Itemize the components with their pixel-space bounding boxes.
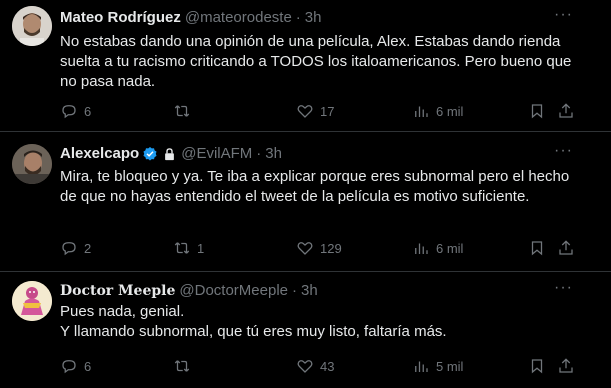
views-count: 6 mil	[436, 240, 464, 256]
timestamp[interactable]: 3h	[265, 144, 282, 164]
share-icon	[559, 103, 573, 118]
avatar[interactable]	[12, 281, 52, 321]
author-name[interactable]: Doctor Meeple	[60, 281, 175, 301]
views-icon	[415, 361, 428, 372]
views-count: 5 mil	[436, 358, 464, 374]
views-icon	[415, 106, 428, 117]
bookmark-icon	[531, 104, 543, 119]
tweet-text: Pues nada, genial. Y llamando subnormal,…	[60, 302, 580, 342]
views-button[interactable]: 6 mil	[412, 101, 463, 121]
separator-dot: ·	[295, 9, 301, 26]
avatar[interactable]	[12, 6, 52, 46]
share-icon	[559, 358, 573, 373]
reply-count: 2	[84, 240, 92, 256]
timestamp[interactable]: 3h	[305, 8, 322, 28]
views-button[interactable]: 6 mil	[412, 238, 463, 258]
bookmark-icon	[531, 359, 543, 374]
reply-count: 6	[84, 358, 92, 374]
tweet-text: Mira, te bloqueo y ya. Te iba a explicar…	[60, 167, 580, 207]
tweet-header: Alexelcapo @EvilAFM · 3h	[60, 144, 282, 164]
separator-dot: ·	[256, 145, 262, 162]
avatar-image	[12, 281, 52, 321]
timestamp[interactable]: 3h	[301, 281, 318, 301]
like-count: 43	[320, 358, 335, 374]
author-handle[interactable]: @EvilAFM	[181, 144, 252, 164]
reply-count: 6	[84, 103, 92, 119]
bookmark-button[interactable]	[528, 238, 546, 258]
share-button[interactable]	[557, 356, 575, 376]
author-name[interactable]: Mateo Rodríguez	[60, 8, 181, 28]
verified-badge-icon[interactable]	[142, 146, 158, 162]
retweet-count: 1	[197, 240, 205, 256]
tweet-text-line: No estabas dando una opinión de una pelí…	[60, 33, 572, 90]
tweet-text: No estabas dando una opinión de una pelí…	[60, 32, 580, 92]
heart-icon	[297, 242, 313, 255]
tweet-actions: 6 43 5 mil	[60, 356, 580, 376]
tweet-text-line: Y llamando subnormal, que tú eres muy li…	[60, 323, 447, 340]
author-handle[interactable]: @DoctorMeeple	[179, 281, 288, 301]
like-button[interactable]: 17	[296, 101, 334, 121]
avatar-image	[12, 6, 52, 46]
separator-dot: ·	[292, 282, 297, 299]
share-icon	[559, 240, 573, 255]
share-button[interactable]	[557, 238, 575, 258]
retweet-button[interactable]	[173, 101, 197, 121]
reply-button[interactable]: 6	[60, 101, 91, 121]
more-options-button[interactable]: ···	[554, 142, 573, 160]
retweet-button[interactable]	[173, 356, 197, 376]
tweet-header: Doctor Meeple @DoctorMeeple · 3h	[60, 281, 318, 301]
reply-icon	[62, 242, 76, 256]
retweet-icon	[174, 360, 190, 372]
reply-icon	[62, 105, 76, 119]
tweet-actions: 6 17 6 mil	[60, 101, 580, 121]
retweet-button[interactable]: 1	[173, 238, 204, 258]
reply-icon	[62, 360, 76, 374]
views-count: 6 mil	[436, 103, 464, 119]
avatar[interactable]	[12, 144, 52, 184]
like-count: 129	[320, 240, 342, 256]
tweet-text-line: Pues nada, genial.	[60, 303, 185, 320]
retweet-icon	[174, 105, 190, 117]
bookmark-icon	[531, 241, 543, 256]
more-options-button[interactable]: ···	[554, 279, 573, 297]
reply-button[interactable]: 6	[60, 356, 91, 376]
views-button[interactable]: 5 mil	[412, 356, 463, 376]
tweet-actions: 2 1 129 6 mil	[60, 238, 580, 258]
bookmark-button[interactable]	[528, 101, 546, 121]
author-name[interactable]: Alexelcapo	[60, 144, 139, 164]
tweet-2[interactable]: Alexelcapo @EvilAFM · 3h ··· Mira, te bl…	[0, 132, 611, 272]
heart-icon	[297, 105, 313, 118]
like-button[interactable]: 129	[296, 238, 342, 258]
like-button[interactable]: 43	[296, 356, 334, 376]
tweet-header: Mateo Rodríguez @mateorodeste · 3h	[60, 8, 321, 28]
lock-icon	[165, 147, 175, 160]
author-handle[interactable]: @mateorodeste	[185, 8, 292, 28]
more-options-button[interactable]: ···	[554, 6, 573, 24]
avatar-image	[12, 144, 52, 184]
bookmark-button[interactable]	[528, 356, 546, 376]
heart-icon	[297, 360, 313, 373]
share-button[interactable]	[557, 101, 575, 121]
tweet-3[interactable]: Doctor Meeple @DoctorMeeple · 3h ··· Pue…	[0, 272, 611, 388]
reply-button[interactable]: 2	[60, 238, 91, 258]
tweet-text-line: Mira, te bloqueo y ya. Te iba a explicar…	[60, 168, 570, 205]
tweet-1[interactable]: Mateo Rodríguez @mateorodeste · 3h ··· N…	[0, 0, 611, 132]
retweet-icon	[174, 242, 190, 254]
views-icon	[415, 243, 428, 254]
like-count: 17	[320, 103, 335, 119]
